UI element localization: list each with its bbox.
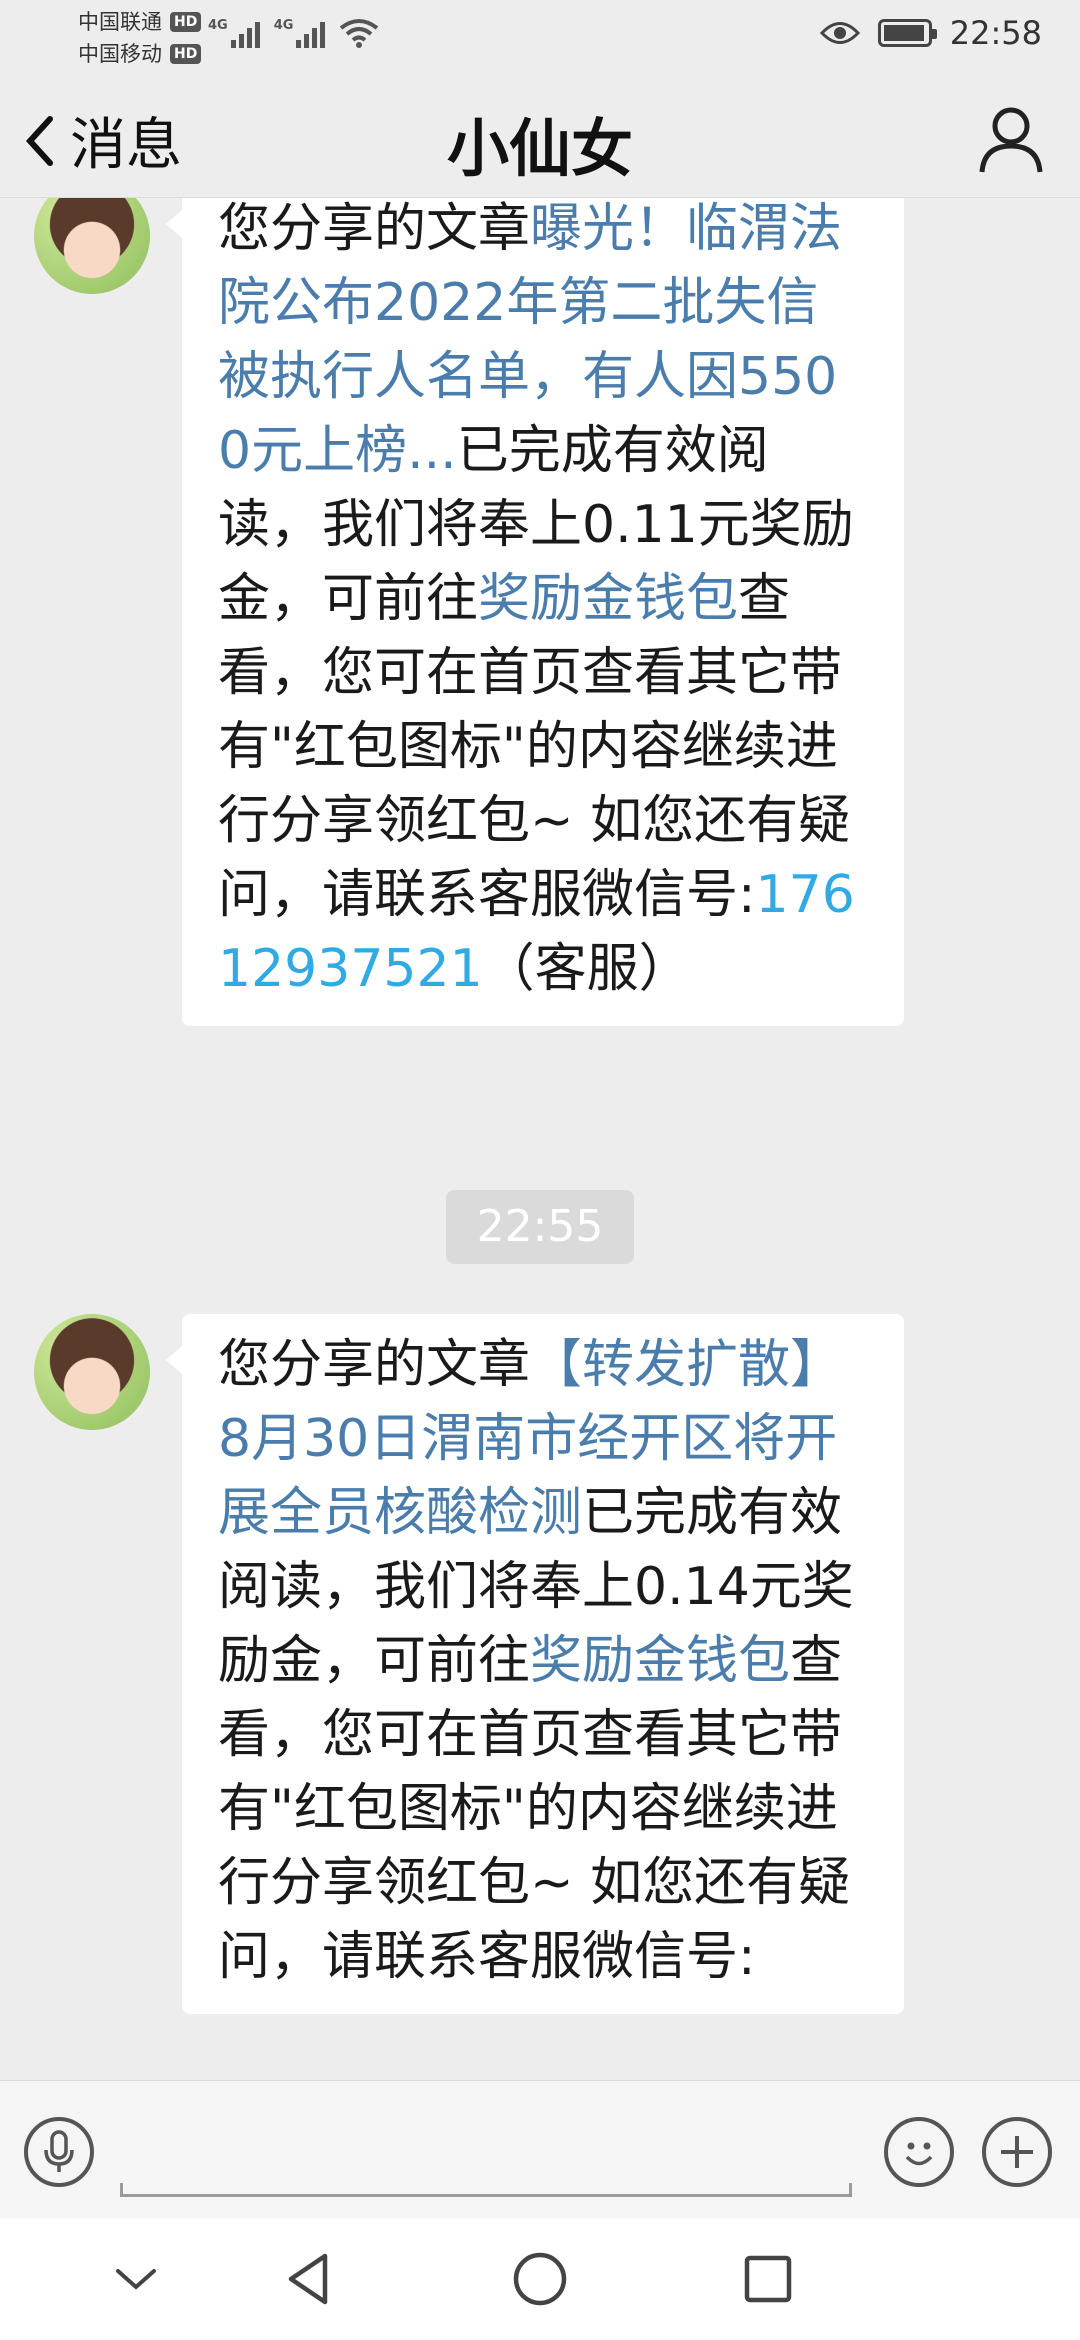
chat-title: 小仙女 xyxy=(446,112,633,185)
signal-icon: 4G xyxy=(208,18,260,48)
avatar[interactable] xyxy=(34,1314,150,1430)
battery-icon xyxy=(877,19,937,47)
carrier-2: 中国移动 xyxy=(78,42,162,66)
nav-home-button[interactable] xyxy=(500,2244,580,2314)
status-bar: 中国联通 HD 中国移动 HD 4G 4G 22:58 xyxy=(0,0,1080,78)
nav-down-icon xyxy=(116,2269,156,2290)
phone-suffix: （客服） xyxy=(482,939,691,999)
nav-back-icon xyxy=(288,2253,328,2305)
message-prefix: 您分享的文章 xyxy=(218,199,531,259)
message-prefix: 您分享的文章 xyxy=(218,1335,531,1395)
status-right: 22:58 xyxy=(819,14,1042,52)
timestamp: 22:55 xyxy=(446,1190,634,1264)
network-type: 4G xyxy=(208,18,228,33)
message-bubble[interactable]: 您分享的文章【转发扩散】8月30日渭南市经开区将开展全员核酸检测已完成有效阅读，… xyxy=(166,1314,904,2014)
plus-button[interactable] xyxy=(982,2117,1052,2187)
eye-icon xyxy=(819,22,860,44)
nav-home-icon xyxy=(513,2252,567,2306)
nav-recents-button[interactable] xyxy=(728,2244,808,2314)
nav-recents-icon xyxy=(744,2255,792,2303)
signal-indicators: 4G 4G xyxy=(208,18,379,48)
message-bubble[interactable]: 您分享的文章曝光！临渭法院公布2022年第二批失信被执行人名单，有人因5500元… xyxy=(166,198,904,1026)
message-input[interactable] xyxy=(120,2183,852,2197)
input-bar xyxy=(0,2080,1080,2218)
chat-header: 消息 小仙女 xyxy=(0,78,1080,198)
plus-icon xyxy=(1001,2136,1033,2168)
network-type: 4G xyxy=(273,18,294,33)
carrier-info: 中国联通 HD 中国移动 HD xyxy=(78,6,202,70)
user-profile-icon[interactable] xyxy=(978,104,1044,174)
nav-down-button[interactable] xyxy=(96,2244,176,2314)
chat-area[interactable]: 您分享的文章曝光！临渭法院公布2022年第二批失信被执行人名单，有人因5500元… xyxy=(0,198,1080,2080)
hd-badge: HD xyxy=(170,12,202,32)
navigation-bar xyxy=(0,2218,1080,2340)
wifi-icon xyxy=(340,19,379,48)
emoji-button[interactable] xyxy=(884,2117,954,2187)
hd-badge: HD xyxy=(170,44,202,64)
carrier-1: 中国联通 xyxy=(78,10,162,34)
emoji-icon xyxy=(905,2142,933,2166)
wallet-link[interactable]: 奖励金钱包 xyxy=(478,569,738,629)
signal-icon: 4G xyxy=(274,18,326,48)
clock: 22:58 xyxy=(949,14,1042,52)
voice-icon xyxy=(44,2130,74,2172)
nav-back-button[interactable] xyxy=(268,2244,348,2314)
voice-button[interactable] xyxy=(24,2117,94,2187)
avatar[interactable] xyxy=(34,198,150,294)
wallet-link[interactable]: 奖励金钱包 xyxy=(530,1631,790,1691)
